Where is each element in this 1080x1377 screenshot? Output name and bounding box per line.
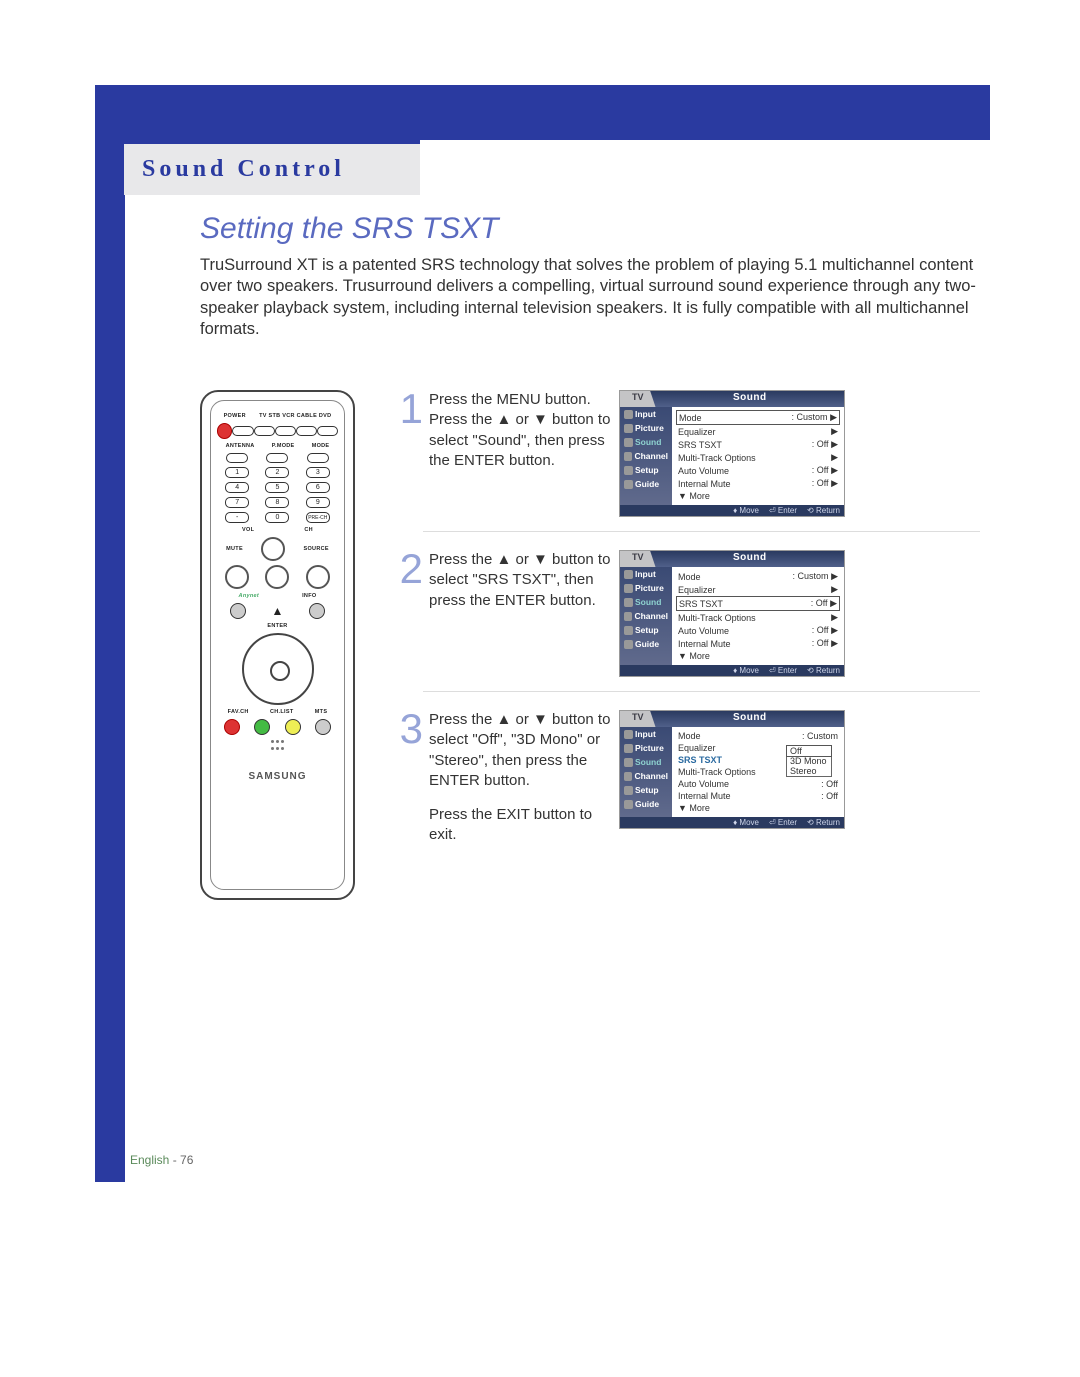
step-number: 2 <box>395 550 423 588</box>
remote-mts-label: MTS <box>315 709 328 715</box>
remote-ch-label: CH <box>304 527 313 533</box>
step-2: 2 Press the ▲ or ▼ button to select "SRS… <box>395 550 980 677</box>
osd-sidebar: Input Picture Sound Channel Setup Guide <box>620 407 672 505</box>
osd-title: Sound <box>656 551 844 567</box>
footer-page: - 76 <box>169 1153 193 1167</box>
step-3: 3 Press the ▲ or ▼ button to select "Off… <box>395 710 980 846</box>
ch-rocker-icon <box>265 565 289 589</box>
remote-vol-label: VOL <box>242 527 254 533</box>
remote-pmode-label: P.MODE <box>272 443 295 449</box>
osd-screenshot-1: TVSound Input Picture Sound Channel Setu… <box>619 390 845 517</box>
osd-side-picture: Picture <box>620 421 672 435</box>
keypad-0: 0 <box>265 512 289 523</box>
step-text: Press the ▲ or ▼ button to select "Off",… <box>429 710 619 846</box>
chapter-tab: Sound Control <box>120 140 420 195</box>
step-number: 1 <box>395 390 423 428</box>
keypad-2: 2 <box>265 467 289 478</box>
remote-info-label: INFO <box>302 593 316 599</box>
remote-mute-label: MUTE <box>226 546 243 552</box>
osd-side-channel: Channel <box>620 449 672 463</box>
source-button-icon <box>306 565 330 589</box>
section-title: Setting the SRS TSXT <box>200 212 498 246</box>
osd-sidebar: Input Picture Sound Channel Setup Guide <box>620 567 672 665</box>
step-number: 3 <box>395 710 423 748</box>
dot-group <box>217 739 338 753</box>
keypad-8: 8 <box>265 497 289 508</box>
remote-favch-label: FAV.CH <box>228 709 249 715</box>
osd-tv-label: TV <box>620 551 656 567</box>
dpad-icon <box>242 633 314 705</box>
keypad-dash: - <box>225 512 249 523</box>
mute-button-icon <box>225 565 249 589</box>
keypad-prech: PRE-CH <box>306 512 330 523</box>
green-button-icon <box>254 719 270 735</box>
keypad-4: 4 <box>225 482 249 493</box>
step-1: 1 Press the MENU button. Press the ▲ or … <box>395 390 980 517</box>
steps-column: 1 Press the MENU button. Press the ▲ or … <box>395 390 980 846</box>
osd-side-guide: Guide <box>620 477 672 491</box>
footer-language: English <box>130 1153 169 1167</box>
remote-mode-label: MODE <box>312 443 330 449</box>
keypad-1: 1 <box>225 467 249 478</box>
step-text: Press the ▲ or ▼ button to select "SRS T… <box>429 550 619 611</box>
step-text: Press the MENU button. Press the ▲ or ▼ … <box>429 390 619 471</box>
brand-logo: SAMSUNG <box>217 771 338 782</box>
keypad-3: 3 <box>306 467 330 478</box>
remote-power-label: POWER <box>224 413 246 419</box>
keypad-9: 9 <box>306 497 330 508</box>
osd-side-setup: Setup <box>620 463 672 477</box>
osd-tv-label: TV <box>620 711 656 727</box>
page-footer: English - 76 <box>130 1153 193 1167</box>
osd-screenshot-3: TVSound Input Picture Sound Channel Setu… <box>619 710 845 829</box>
osd-side-input: Input <box>620 407 672 421</box>
osd-tv-label: TV <box>620 391 656 407</box>
remote-antenna-label: ANTENNA <box>226 443 255 449</box>
remote-enter-label: ENTER <box>267 623 287 629</box>
osd-side-sound: Sound <box>620 435 672 449</box>
remote-illustration: POWER TV STB VCR CABLE DVD ANTENNA P.MOD… <box>200 390 355 900</box>
keypad-6: 6 <box>306 482 330 493</box>
intro-paragraph: TruSurround XT is a patented SRS technol… <box>200 255 980 341</box>
osd-title: Sound <box>656 711 844 727</box>
vol-rocker-icon <box>261 537 285 561</box>
osd-sidebar: Input Picture Sound Channel Setup Guide <box>620 727 672 817</box>
remote-source-label: SOURCE <box>304 546 329 552</box>
osd-screenshot-2: TVSound Input Picture Sound Channel Setu… <box>619 550 845 677</box>
keypad-5: 5 <box>265 482 289 493</box>
power-button-icon <box>217 423 232 439</box>
popup-option-3dmono: 3D Mono <box>787 756 831 766</box>
keypad-7: 7 <box>225 497 249 508</box>
popup-option-stereo: Stereo <box>787 766 831 776</box>
yellow-button-icon <box>285 719 301 735</box>
remote-chlist-label: CH.LIST <box>270 709 294 715</box>
osd-popup: Off 3D Mono Stereo <box>786 745 832 777</box>
osd-title: Sound <box>656 391 844 407</box>
osd-menu: Mode: Custom ▶ Equalizer▶ SRS TSXT: Off … <box>672 407 844 505</box>
top-border <box>95 85 990 140</box>
remote-devices-label: TV STB VCR CABLE DVD <box>259 413 331 419</box>
left-border <box>95 85 125 1182</box>
red-button-icon <box>224 719 240 735</box>
